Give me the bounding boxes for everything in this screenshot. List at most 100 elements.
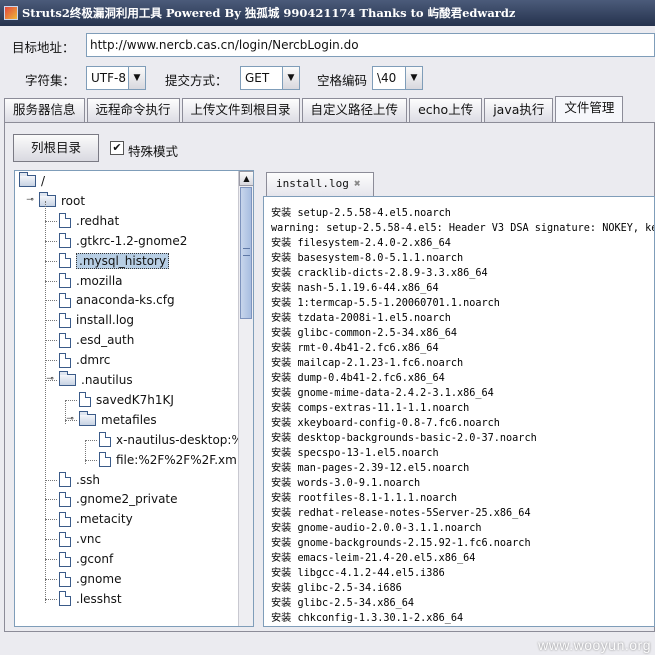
tree-guide-line xyxy=(65,399,66,424)
tree-guide-line xyxy=(45,200,46,603)
chevron-down-icon[interactable]: ▼ xyxy=(282,66,300,90)
special-mode-label: 特殊模式 xyxy=(128,144,179,159)
grip-icon xyxy=(243,248,250,256)
window-titlebar: Struts2终极漏洞利用工具 Powered By 独孤城 990421174… xyxy=(0,0,655,26)
tree-guide-line xyxy=(85,439,86,464)
tree-connector xyxy=(45,579,57,580)
tree-file-node[interactable]: anaconda-ks.cfg xyxy=(59,290,175,310)
tree-node-label: .esd_auth xyxy=(76,333,135,348)
tree-connector xyxy=(45,340,57,342)
tree-file-node[interactable]: .gtkrc-1.2-gnome2 xyxy=(59,231,187,251)
tree-node-label: .metacity xyxy=(76,512,133,527)
tree-file-node[interactable]: .mozilla xyxy=(59,271,123,291)
tree-node-label: savedK7h1KJ xyxy=(96,392,174,407)
tree-file-node[interactable]: .vnc xyxy=(59,529,101,549)
tree-node-label: .gnome xyxy=(76,572,122,586)
method-value: GET xyxy=(240,66,282,90)
charset-select[interactable]: UTF-8 ▼ xyxy=(86,66,146,90)
tab-server-info[interactable]: 服务器信息 xyxy=(4,98,85,122)
folder-icon xyxy=(79,410,96,426)
app-icon xyxy=(4,6,18,20)
file-icon xyxy=(79,392,91,408)
tree-file-node[interactable]: .metacity xyxy=(59,509,133,529)
method-select[interactable]: GET ▼ xyxy=(240,66,300,90)
tab-java-exec[interactable]: java执行 xyxy=(484,98,554,122)
tab-upload-root[interactable]: 上传文件到根目录 xyxy=(181,98,300,122)
tree-connector xyxy=(45,479,57,481)
tree-node-label: .mysql_history xyxy=(76,252,170,269)
tree-file-node[interactable]: .gconf xyxy=(59,549,113,569)
tree-connector xyxy=(45,260,57,262)
file-tree[interactable]: / root ⊸ .redhat .gtkrc-1.2-gnome2 .mysql_his… xyxy=(14,170,254,627)
list-root-button[interactable]: 列根目录 xyxy=(13,134,99,162)
tab-echo-upload[interactable]: echo上传 xyxy=(409,98,483,122)
file-icon xyxy=(59,273,71,288)
method-label: 提交方式： xyxy=(165,73,228,88)
tree-file-node[interactable]: install.log xyxy=(59,310,134,330)
tree-connector xyxy=(45,598,57,600)
tree-file-node[interactable]: .dmrc xyxy=(59,350,110,370)
tree-file-node[interactable]: .gnome2_private xyxy=(59,489,178,509)
scroll-thumb[interactable] xyxy=(240,187,252,319)
tree-node-label: file:%2F%2F%2F.xml xyxy=(116,452,239,467)
tree-file-node[interactable]: savedK7h1KJ xyxy=(79,390,174,410)
tree-node-label: .gnome2_private xyxy=(76,492,178,507)
tree-expand-toggle-icon[interactable]: ⊸ xyxy=(65,414,75,424)
tree-file-node[interactable]: x-nautilus-desktop:%2 xyxy=(99,430,239,450)
tree-scrollbar[interactable]: ▲ xyxy=(238,171,253,626)
window-title: Struts2终极漏洞利用工具 Powered By 独孤城 990421174… xyxy=(22,6,516,20)
folder-icon xyxy=(39,191,56,207)
tree-connector xyxy=(45,559,57,561)
tree-folder-node[interactable]: / xyxy=(19,171,45,191)
charset-label: 字符集： xyxy=(25,73,76,88)
tab-custom-path-upload[interactable]: 自定义路径上传 xyxy=(301,98,408,122)
close-icon[interactable]: ✖ xyxy=(354,178,365,189)
tree-connector xyxy=(65,399,77,401)
chevron-down-icon[interactable]: ▼ xyxy=(405,66,423,90)
tree-expand-toggle-icon[interactable]: ⊸ xyxy=(25,195,35,205)
tree-connector xyxy=(45,539,57,541)
special-mode-checkbox[interactable]: ✔ xyxy=(110,141,124,155)
tree-connector xyxy=(45,519,57,521)
target-url-label: 目标地址： xyxy=(12,40,75,55)
tree-node-label: .ssh xyxy=(76,472,100,487)
chevron-down-icon[interactable]: ▼ xyxy=(128,66,146,90)
folder-icon xyxy=(59,371,76,386)
editor-tab-install-log[interactable]: install.log ✖ xyxy=(266,172,374,196)
tree-folder-node[interactable]: metafiles xyxy=(79,410,157,430)
space-encoding-select[interactable]: \40 ▼ xyxy=(372,66,423,90)
tree-node-label: install.log xyxy=(76,313,135,328)
tree-file-node[interactable]: .lesshst xyxy=(59,589,122,609)
tree-connector xyxy=(45,280,57,282)
file-icon xyxy=(59,472,71,487)
tree-node-label: x-nautilus-desktop:%2 xyxy=(116,432,239,447)
target-url-input[interactable]: http://www.nercb.cas.cn/login/NercbLogin… xyxy=(86,33,655,57)
file-icon xyxy=(59,491,71,507)
tree-node-label: .lesshst xyxy=(76,591,122,606)
tree-node-label: .vnc xyxy=(76,532,102,547)
tree-file-node[interactable]: .gnome xyxy=(59,569,121,589)
scroll-up-icon[interactable]: ▲ xyxy=(239,171,253,186)
tree-node-label: / xyxy=(41,174,46,188)
tree-expand-toggle-icon[interactable]: ⊸ xyxy=(45,374,55,384)
file-icon xyxy=(99,452,111,468)
file-icon xyxy=(59,352,71,368)
file-content-editor[interactable]: 安装 setup-2.5.58-4.el5.noarch warning: se… xyxy=(263,196,655,627)
tab-remote-command[interactable]: 远程命令执行 xyxy=(86,98,180,122)
tree-file-node[interactable]: .ssh xyxy=(59,470,100,490)
file-icon xyxy=(59,233,71,249)
tree-folder-node[interactable]: .nautilus xyxy=(59,370,133,390)
folder-icon xyxy=(19,172,36,187)
file-tree-viewport: / root ⊸ .redhat .gtkrc-1.2-gnome2 .mysql_his… xyxy=(15,171,239,626)
file-icon xyxy=(59,332,71,348)
tree-node-label: .redhat xyxy=(76,213,120,228)
tab-file-manager[interactable]: 文件管理 xyxy=(555,96,624,122)
tree-file-node[interactable]: file:%2F%2F%2F.xml xyxy=(99,450,239,470)
tree-node-label: .mozilla xyxy=(76,273,123,288)
tree-connector xyxy=(85,439,97,441)
tree-file-node[interactable]: .esd_auth xyxy=(59,330,134,350)
tree-file-node[interactable]: .redhat xyxy=(59,211,119,231)
tree-file-node[interactable]: .mysql_history xyxy=(59,251,170,271)
file-icon xyxy=(59,511,71,527)
tree-node-label: .gtkrc-1.2-gnome2 xyxy=(76,233,188,248)
